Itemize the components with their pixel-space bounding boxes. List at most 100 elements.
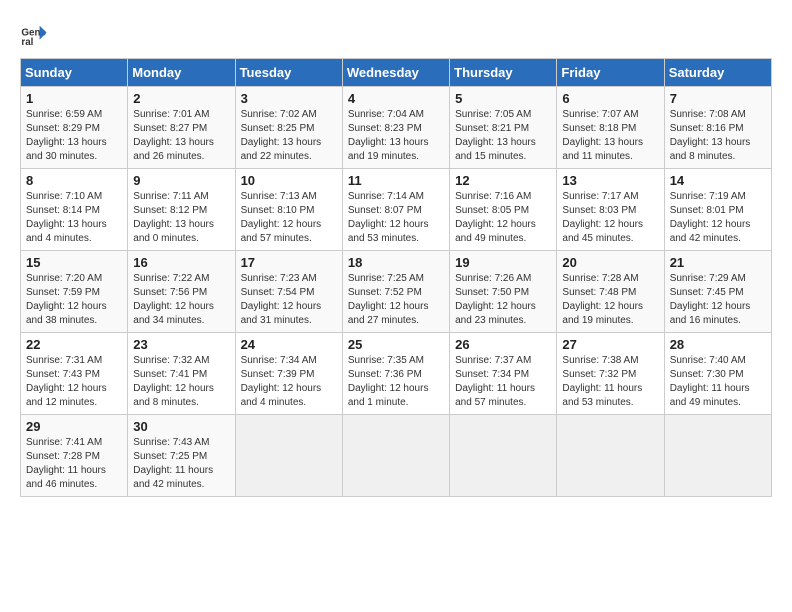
day-number: 1 [26, 91, 122, 106]
table-row: 22 Sunrise: 7:31 AMSunset: 7:43 PMDayligh… [21, 333, 128, 415]
day-number: 23 [133, 337, 229, 352]
table-row: 25 Sunrise: 7:35 AMSunset: 7:36 PMDayligh… [342, 333, 449, 415]
table-row: 8 Sunrise: 7:10 AMSunset: 8:14 PMDaylight… [21, 169, 128, 251]
day-info: Sunrise: 7:13 AMSunset: 8:10 PMDaylight:… [241, 191, 322, 244]
day-info: Sunrise: 7:05 AMSunset: 8:21 PMDaylight:… [455, 109, 536, 162]
day-number: 6 [562, 91, 658, 106]
table-row: 30 Sunrise: 7:43 AMSunset: 7:25 PMDayligh… [128, 415, 235, 497]
page-header: Gene ral [20, 20, 772, 48]
day-info: Sunrise: 7:01 AMSunset: 8:27 PMDaylight:… [133, 109, 214, 162]
table-row: 13 Sunrise: 7:17 AMSunset: 8:03 PMDayligh… [557, 169, 664, 251]
day-info: Sunrise: 7:40 AMSunset: 7:30 PMDaylight:… [670, 355, 750, 408]
calendar-table: SundayMondayTuesdayWednesdayThursdayFrid… [20, 58, 772, 497]
day-number: 17 [241, 255, 337, 270]
day-number: 29 [26, 419, 122, 434]
day-number: 30 [133, 419, 229, 434]
table-row: 3 Sunrise: 7:02 AMSunset: 8:25 PMDaylight… [235, 87, 342, 169]
logo: Gene ral [20, 20, 52, 48]
day-info: Sunrise: 7:08 AMSunset: 8:16 PMDaylight:… [670, 109, 751, 162]
table-row: 28 Sunrise: 7:40 AMSunset: 7:30 PMDayligh… [664, 333, 771, 415]
day-info: Sunrise: 7:14 AMSunset: 8:07 PMDaylight:… [348, 191, 429, 244]
col-header-sunday: Sunday [21, 59, 128, 87]
day-info: Sunrise: 7:34 AMSunset: 7:39 PMDaylight:… [241, 355, 322, 408]
day-info: Sunrise: 7:26 AMSunset: 7:50 PMDaylight:… [455, 273, 536, 326]
day-number: 14 [670, 173, 766, 188]
table-row: 14 Sunrise: 7:19 AMSunset: 8:01 PMDayligh… [664, 169, 771, 251]
day-info: Sunrise: 7:43 AMSunset: 7:25 PMDaylight:… [133, 437, 213, 490]
day-number: 13 [562, 173, 658, 188]
col-header-thursday: Thursday [450, 59, 557, 87]
col-header-wednesday: Wednesday [342, 59, 449, 87]
table-row: 10 Sunrise: 7:13 AMSunset: 8:10 PMDayligh… [235, 169, 342, 251]
table-row [342, 415, 449, 497]
table-row [664, 415, 771, 497]
day-number: 4 [348, 91, 444, 106]
table-row: 21 Sunrise: 7:29 AMSunset: 7:45 PMDayligh… [664, 251, 771, 333]
table-row: 12 Sunrise: 7:16 AMSunset: 8:05 PMDayligh… [450, 169, 557, 251]
table-row [557, 415, 664, 497]
day-number: 9 [133, 173, 229, 188]
table-row: 9 Sunrise: 7:11 AMSunset: 8:12 PMDaylight… [128, 169, 235, 251]
day-info: Sunrise: 7:10 AMSunset: 8:14 PMDaylight:… [26, 191, 107, 244]
day-number: 27 [562, 337, 658, 352]
day-info: Sunrise: 7:07 AMSunset: 8:18 PMDaylight:… [562, 109, 643, 162]
day-info: Sunrise: 7:22 AMSunset: 7:56 PMDaylight:… [133, 273, 214, 326]
table-row [450, 415, 557, 497]
day-info: Sunrise: 7:04 AMSunset: 8:23 PMDaylight:… [348, 109, 429, 162]
day-number: 22 [26, 337, 122, 352]
day-number: 28 [670, 337, 766, 352]
table-row: 24 Sunrise: 7:34 AMSunset: 7:39 PMDayligh… [235, 333, 342, 415]
day-number: 20 [562, 255, 658, 270]
day-info: Sunrise: 6:59 AMSunset: 8:29 PMDaylight:… [26, 109, 107, 162]
day-info: Sunrise: 7:38 AMSunset: 7:32 PMDaylight:… [562, 355, 642, 408]
day-number: 5 [455, 91, 551, 106]
day-number: 8 [26, 173, 122, 188]
table-row: 19 Sunrise: 7:26 AMSunset: 7:50 PMDayligh… [450, 251, 557, 333]
day-number: 21 [670, 255, 766, 270]
table-row: 15Sunrise: 7:20 AMSunset: 7:59 PMDayligh… [21, 251, 128, 333]
day-info: Sunrise: 7:41 AMSunset: 7:28 PMDaylight:… [26, 437, 106, 490]
table-row: 18 Sunrise: 7:25 AMSunset: 7:52 PMDayligh… [342, 251, 449, 333]
table-row [235, 415, 342, 497]
table-row: 16 Sunrise: 7:22 AMSunset: 7:56 PMDayligh… [128, 251, 235, 333]
day-number: 24 [241, 337, 337, 352]
table-row: 26 Sunrise: 7:37 AMSunset: 7:34 PMDayligh… [450, 333, 557, 415]
table-row: 20 Sunrise: 7:28 AMSunset: 7:48 PMDayligh… [557, 251, 664, 333]
table-row: 17Sunrise: 7:23 AMSunset: 7:54 PMDayligh… [235, 251, 342, 333]
day-info: Sunrise: 7:19 AMSunset: 8:01 PMDaylight:… [670, 191, 751, 244]
day-number: 11 [348, 173, 444, 188]
day-info: Sunrise: 7:25 AMSunset: 7:52 PMDaylight:… [348, 273, 429, 326]
table-row: 4 Sunrise: 7:04 AMSunset: 8:23 PMDaylight… [342, 87, 449, 169]
day-number: 25 [348, 337, 444, 352]
logo-icon: Gene ral [20, 20, 48, 48]
table-row: 27 Sunrise: 7:38 AMSunset: 7:32 PMDayligh… [557, 333, 664, 415]
day-number: 12 [455, 173, 551, 188]
day-info: Sunrise: 7:02 AMSunset: 8:25 PMDaylight:… [241, 109, 322, 162]
day-number: 10 [241, 173, 337, 188]
col-header-tuesday: Tuesday [235, 59, 342, 87]
day-number: 7 [670, 91, 766, 106]
day-number: 2 [133, 91, 229, 106]
col-header-saturday: Saturday [664, 59, 771, 87]
day-info: Sunrise: 7:20 AMSunset: 7:59 PMDaylight:… [26, 273, 107, 326]
table-row: 1 Sunrise: 6:59 AMSunset: 8:29 PMDaylight… [21, 87, 128, 169]
day-info: Sunrise: 7:28 AMSunset: 7:48 PMDaylight:… [562, 273, 643, 326]
day-number: 16 [133, 255, 229, 270]
table-row: 5 Sunrise: 7:05 AMSunset: 8:21 PMDaylight… [450, 87, 557, 169]
col-header-monday: Monday [128, 59, 235, 87]
day-info: Sunrise: 7:16 AMSunset: 8:05 PMDaylight:… [455, 191, 536, 244]
day-info: Sunrise: 7:37 AMSunset: 7:34 PMDaylight:… [455, 355, 535, 408]
day-info: Sunrise: 7:31 AMSunset: 7:43 PMDaylight:… [26, 355, 107, 408]
table-row: 11 Sunrise: 7:14 AMSunset: 8:07 PMDayligh… [342, 169, 449, 251]
day-info: Sunrise: 7:11 AMSunset: 8:12 PMDaylight:… [133, 191, 214, 244]
col-header-friday: Friday [557, 59, 664, 87]
day-info: Sunrise: 7:29 AMSunset: 7:45 PMDaylight:… [670, 273, 751, 326]
day-info: Sunrise: 7:35 AMSunset: 7:36 PMDaylight:… [348, 355, 429, 408]
table-row: 2 Sunrise: 7:01 AMSunset: 8:27 PMDaylight… [128, 87, 235, 169]
day-number: 26 [455, 337, 551, 352]
day-number: 18 [348, 255, 444, 270]
day-number: 3 [241, 91, 337, 106]
day-number: 19 [455, 255, 551, 270]
day-info: Sunrise: 7:17 AMSunset: 8:03 PMDaylight:… [562, 191, 643, 244]
table-row: 6 Sunrise: 7:07 AMSunset: 8:18 PMDaylight… [557, 87, 664, 169]
